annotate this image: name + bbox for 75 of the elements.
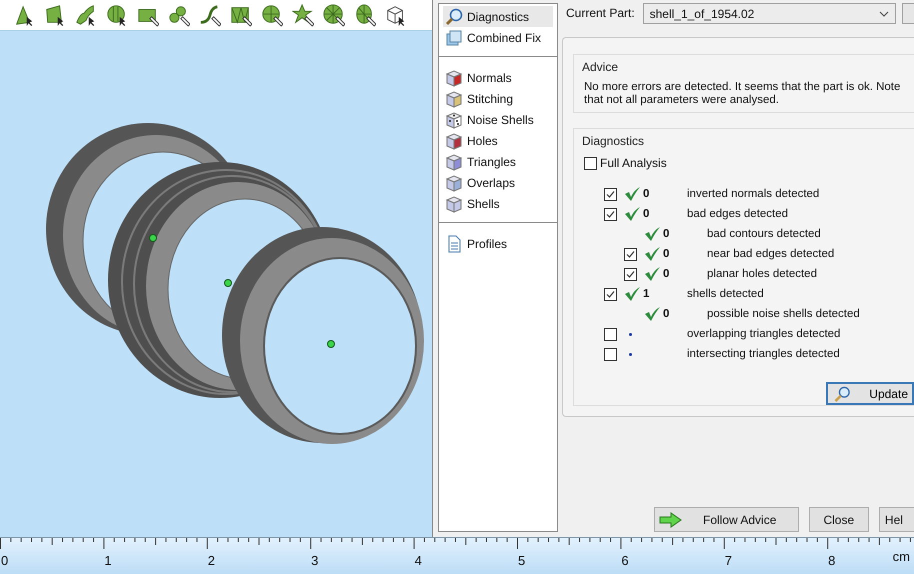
group-title: Diagnostics bbox=[582, 133, 646, 149]
diagnostic-label: inverted normals detected bbox=[687, 188, 820, 200]
nav-item[interactable]: Diagnostics bbox=[443, 6, 553, 27]
nav-item[interactable]: Triangles bbox=[443, 151, 553, 172]
wheel-pencil-icon[interactable] bbox=[323, 3, 345, 27]
search-icon bbox=[445, 8, 463, 26]
nav-item[interactable]: Holes bbox=[443, 130, 553, 151]
ruler-label: 3 bbox=[311, 553, 318, 568]
count: 0 bbox=[663, 228, 670, 240]
diagnostic-label: overlapping triangles detected bbox=[687, 328, 840, 340]
caret-icon bbox=[879, 10, 890, 16]
checkbox[interactable] bbox=[624, 268, 637, 280]
cube-icon bbox=[445, 152, 463, 170]
ruler-label: 2 bbox=[208, 553, 216, 568]
checkbox[interactable] bbox=[624, 248, 637, 260]
nav-item[interactable]: Combined Fix bbox=[443, 27, 553, 48]
current-part-label: Current Part: bbox=[565, 5, 636, 20]
help-button[interactable]: Hel bbox=[878, 507, 914, 532]
count: 0 bbox=[663, 268, 670, 280]
curve-pencil-icon[interactable] bbox=[199, 3, 221, 27]
nav-item[interactable]: Normals bbox=[443, 67, 553, 88]
ruler-label: 6 bbox=[621, 553, 629, 568]
count: 1 bbox=[643, 288, 650, 300]
ruler-label: 8 bbox=[828, 553, 836, 568]
diagnostic-label: shells detected bbox=[687, 288, 764, 300]
follow-advice-button[interactable]: Follow Advice bbox=[654, 507, 799, 532]
cube-icon bbox=[445, 90, 463, 108]
nav-item[interactable]: Stitching bbox=[443, 88, 553, 109]
surface-cursor-icon[interactable] bbox=[44, 3, 66, 27]
nav-item[interactable]: Profiles bbox=[443, 233, 553, 254]
checkbox[interactable] bbox=[604, 288, 617, 300]
checkbox[interactable] bbox=[604, 188, 617, 200]
count: 0 bbox=[663, 308, 670, 320]
group-title: Advice bbox=[582, 59, 620, 75]
cube-icon bbox=[445, 194, 463, 212]
arrow-icon bbox=[659, 512, 683, 528]
diagnostic-label: possible noise shells detected bbox=[707, 308, 860, 320]
count: 0 bbox=[663, 248, 670, 260]
ruler-label: 5 bbox=[518, 553, 526, 568]
checkbox[interactable] bbox=[584, 156, 597, 170]
diagnostic-label: bad contours detected bbox=[707, 228, 821, 240]
nav-item[interactable]: Noise Shells bbox=[443, 109, 553, 130]
checkbox[interactable] bbox=[604, 328, 617, 340]
shell-cursor-icon[interactable] bbox=[106, 3, 128, 27]
checkbox[interactable] bbox=[604, 208, 617, 220]
part-dropdown[interactable]: shell_1_of_1954.02 bbox=[642, 3, 896, 24]
diagnostic-label: bad edges detected bbox=[687, 208, 788, 220]
cone-pencil-icon[interactable] bbox=[354, 3, 376, 27]
diagnostic-label: near bad edges detected bbox=[707, 248, 834, 260]
diagnostic-label: intersecting triangles detected bbox=[687, 348, 840, 360]
checkbox[interactable] bbox=[604, 348, 617, 360]
search-icon bbox=[832, 384, 852, 402]
cube-icon bbox=[445, 132, 463, 150]
nav-item[interactable]: Shells bbox=[443, 193, 553, 214]
ruler-label: 7 bbox=[724, 553, 732, 568]
stacked-pages-icon bbox=[445, 28, 463, 46]
nav-item[interactable]: Overlaps bbox=[443, 172, 553, 193]
count: 0 bbox=[643, 208, 650, 220]
triangle-cursor-icon[interactable] bbox=[13, 3, 35, 27]
ruler-label: 4 bbox=[414, 553, 422, 568]
advice-text: No more errors are detected. It seems that the part is ok. Note that not all parameters were analysed. bbox=[584, 81, 902, 107]
dice-icon bbox=[445, 110, 463, 128]
curved-surface-cursor-icon[interactable] bbox=[75, 3, 97, 27]
update-button[interactable]: Update bbox=[826, 382, 914, 405]
close-button[interactable]: Close bbox=[808, 507, 869, 532]
ruler-label: 1 bbox=[104, 553, 112, 568]
ruler-label: 0 bbox=[1, 553, 8, 568]
ruler-unit: cm bbox=[892, 549, 910, 565]
cube-icon bbox=[445, 68, 463, 86]
sphere-pencil-icon[interactable] bbox=[261, 3, 283, 27]
cube-icon bbox=[445, 174, 463, 192]
full-analysis-label: Full Analysis bbox=[600, 156, 667, 170]
star-pencil-icon[interactable] bbox=[292, 3, 314, 27]
count: 0 bbox=[643, 188, 650, 200]
diagnostic-label: planar holes detected bbox=[707, 268, 817, 280]
